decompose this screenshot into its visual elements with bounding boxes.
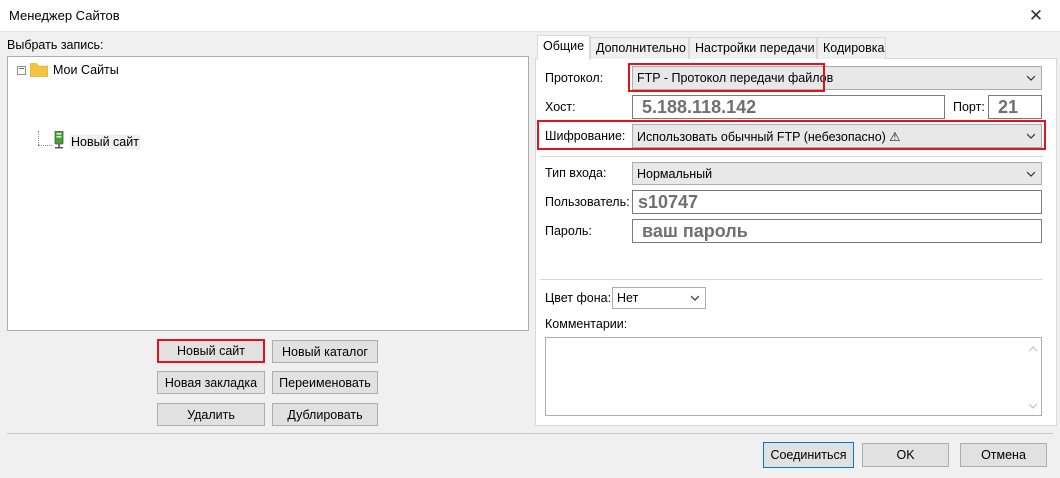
tab-advanced[interactable]: Дополнительно — [590, 37, 689, 59]
comments-textarea[interactable] — [545, 337, 1042, 416]
tree-connector — [38, 131, 39, 145]
tree-item-my-sites[interactable]: Мои Сайты — [53, 63, 119, 77]
close-icon[interactable]: ✕ — [1029, 6, 1043, 25]
logon-type-value: Нормальный — [637, 166, 713, 181]
encryption-highlight — [537, 120, 1046, 150]
new-site-button[interactable]: Новый сайт — [157, 339, 265, 363]
tab-charset[interactable]: Кодировка — [817, 37, 886, 59]
chevron-down-icon — [1027, 75, 1035, 81]
bg-color-value: Нет — [617, 291, 639, 305]
close-button[interactable]: ✕ — [1022, 4, 1050, 28]
logon-type-label: Тип входа: — [545, 166, 607, 180]
chevron-down-icon — [1027, 171, 1035, 177]
tree-item-new-site[interactable]: Новый сайт — [70, 135, 140, 149]
comments-label: Комментарии: — [545, 317, 628, 331]
tab-transfer-settings[interactable]: Настройки передачи — [689, 37, 817, 59]
tab-general[interactable]: Общие — [537, 35, 590, 60]
divider — [540, 279, 1043, 280]
scroll-up-icon[interactable] — [1029, 346, 1037, 352]
new-folder-button[interactable]: Новый каталог — [272, 340, 378, 363]
bg-color-label: Цвет фона: — [545, 291, 612, 305]
tree-connector — [38, 145, 52, 146]
duplicate-button[interactable]: Дублировать — [272, 403, 378, 426]
scroll-down-icon[interactable] — [1029, 403, 1037, 409]
site-tree[interactable] — [7, 56, 529, 331]
footer-divider — [7, 433, 1053, 434]
bg-color-select[interactable]: Нет — [612, 287, 706, 309]
password-label: Пароль: — [545, 224, 592, 238]
port-label: Порт: — [953, 100, 985, 114]
chevron-down-icon — [691, 295, 699, 301]
divider — [540, 156, 1043, 157]
title-bar — [0, 0, 1060, 32]
new-bookmark-button[interactable]: Новая закладка — [157, 371, 265, 394]
protocol-label: Протокол: — [545, 71, 604, 85]
collapse-icon[interactable]: − — [17, 65, 26, 75]
protocol-highlight — [628, 63, 825, 92]
host-label: Хост: — [545, 100, 576, 114]
password-input[interactable]: ваш пароль — [632, 219, 1042, 243]
rename-button[interactable]: Переименовать — [272, 371, 378, 394]
logon-type-select[interactable]: Нормальный — [632, 162, 1042, 185]
port-input[interactable]: 21 — [988, 95, 1042, 119]
user-input[interactable]: s10747 — [632, 190, 1042, 214]
select-entry-label: Выбрать запись: — [7, 38, 104, 52]
server-icon — [54, 131, 64, 149]
ok-button[interactable]: OK — [862, 443, 949, 467]
delete-button[interactable]: Удалить — [157, 403, 265, 426]
host-input[interactable]: 5.188.118.142 — [632, 95, 945, 119]
user-label: Пользователь: — [545, 195, 630, 209]
connect-button[interactable]: Соединиться — [763, 442, 854, 468]
folder-icon — [30, 63, 48, 77]
cancel-button[interactable]: Отмена — [960, 443, 1047, 467]
window-title: Менеджер Сайтов — [9, 8, 120, 23]
